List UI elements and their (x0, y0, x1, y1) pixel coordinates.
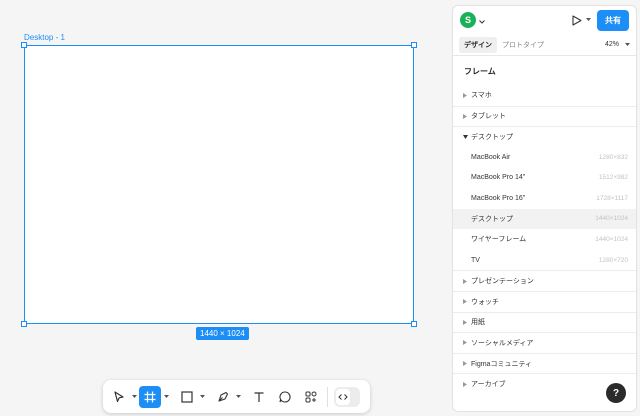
preset-wireframe[interactable]: ワイヤーフレーム 1440×1024 (453, 229, 636, 250)
category-label: ソーシャルメディア (471, 339, 534, 347)
preset-macbook-air[interactable]: MacBook Air 1280×832 (453, 147, 636, 168)
section-title-frame: フレーム (464, 67, 496, 76)
avatar-chevron-down-icon[interactable] (479, 11, 485, 29)
preset-label: MacBook Pro 16" (471, 194, 526, 202)
preset-macbook-pro-16[interactable]: MacBook Pro 16" 1728×1117 (453, 188, 636, 209)
chevron-right-icon (461, 361, 469, 367)
category-label: プレゼンテーション (471, 278, 534, 286)
category-label: スマホ (471, 92, 492, 100)
frame-size-badge: 1440 × 1024 (196, 327, 249, 340)
category-label: アーカイブ (471, 381, 506, 389)
dev-mode-toggle[interactable] (334, 386, 360, 407)
comment-icon (279, 390, 291, 402)
category-label: デスクトップ (471, 133, 513, 141)
preset-size: 1280×720 (598, 256, 628, 264)
zoom-dropdown[interactable]: 42% (605, 41, 630, 48)
preset-label: デスクトップ (471, 215, 513, 223)
bottom-toolbar (103, 380, 370, 413)
text-icon (254, 391, 264, 402)
share-button[interactable]: 共有 (597, 9, 629, 31)
chevron-right-icon (461, 278, 469, 284)
text-tool-button[interactable] (249, 386, 269, 408)
category-social-media[interactable]: ソーシャルメディア (453, 332, 636, 353)
comment-tool-button[interactable] (275, 386, 295, 408)
preset-tv[interactable]: TV 1280×720 (453, 250, 636, 271)
tab-prototype[interactable]: プロトタイプ (497, 37, 549, 53)
preset-size: 1280×832 (598, 153, 628, 161)
resize-handle-bottom-left[interactable] (21, 321, 27, 327)
frame-name-label[interactable]: Desktop - 1 (24, 33, 65, 42)
category-label: Figmaコミュニティ (471, 360, 533, 368)
rectangle-icon (181, 390, 193, 403)
category-presentation[interactable]: プレゼンテーション (453, 270, 636, 291)
panel-tabs: デザイン プロトタイプ 42% (453, 34, 636, 56)
frame-tool-button[interactable] (139, 385, 161, 408)
chevron-down-icon (461, 134, 469, 139)
toolbar-divider (327, 386, 328, 407)
chevron-right-icon (461, 113, 469, 119)
chevron-right-icon (461, 340, 469, 346)
resize-handle-bottom-right[interactable] (411, 321, 417, 327)
category-label: ウォッチ (471, 298, 499, 306)
play-icon (572, 14, 582, 26)
preset-label: TV (471, 256, 480, 264)
frame-tool-chevron-down-icon[interactable] (163, 386, 169, 408)
chevron-right-icon (461, 381, 469, 387)
pen-icon (218, 391, 229, 402)
pen-tool-button[interactable] (213, 386, 233, 408)
resize-handle-top-right[interactable] (411, 42, 417, 48)
frame-preset-list: スマホ タブレット デスクトップ MacBook Air 1280×832 Ma… (453, 85, 636, 394)
preset-size: 1728×1117 (596, 194, 628, 202)
chevron-right-icon (461, 319, 469, 325)
preset-label: MacBook Air (471, 153, 511, 161)
category-label: 用紙 (471, 319, 485, 327)
category-label: タブレット (471, 113, 506, 121)
category-phone[interactable]: スマホ (453, 85, 636, 106)
cursor-icon (114, 390, 124, 402)
move-tool-button[interactable] (109, 386, 129, 408)
properties-panel: S 共有 デザイン プロトタイプ 42% フレーム スマホ タブレット デスクト… (452, 5, 637, 412)
panel-header: S 共有 (453, 6, 636, 34)
zoom-level: 42% (604, 41, 619, 48)
category-figma-community[interactable]: Figmaコミュニティ (453, 352, 636, 374)
category-paper[interactable]: 用紙 (453, 311, 636, 333)
preset-size: 1512×982 (598, 174, 628, 182)
present-chevron-down-icon (586, 18, 591, 21)
resize-handle-top-left[interactable] (21, 42, 27, 48)
code-icon (338, 393, 348, 400)
help-button[interactable]: ? (606, 383, 626, 403)
desktop-frame[interactable] (21, 42, 417, 327)
preset-size: 1440×1024 (595, 235, 628, 243)
category-tablet[interactable]: タブレット (453, 105, 636, 127)
preset-macbook-pro-14[interactable]: MacBook Pro 14" 1512×982 (453, 167, 636, 188)
present-button[interactable] (572, 14, 591, 26)
move-tool-chevron-down-icon[interactable] (131, 386, 137, 408)
preset-label: ワイヤーフレーム (471, 236, 527, 244)
chevron-right-icon (461, 92, 469, 98)
preset-size: 1440×1024 (595, 215, 628, 223)
shape-tool-button[interactable] (177, 386, 197, 408)
category-watch[interactable]: ウォッチ (453, 290, 636, 312)
pen-tool-chevron-down-icon[interactable] (235, 386, 241, 408)
category-desktop[interactable]: デスクトップ (453, 126, 636, 147)
shape-tool-chevron-down-icon[interactable] (199, 386, 205, 408)
components-icon (305, 391, 317, 402)
avatar[interactable]: S (460, 12, 476, 28)
zoom-chevron-down-icon (625, 42, 630, 46)
preset-label: MacBook Pro 14" (471, 174, 526, 182)
preset-desktop[interactable]: デスクトップ 1440×1024 (453, 208, 636, 230)
chevron-right-icon (461, 299, 469, 305)
actions-tool-button[interactable] (301, 386, 321, 408)
frame-icon (144, 391, 156, 402)
tab-design[interactable]: デザイン (459, 36, 497, 53)
dev-mode-toggle-knob (336, 388, 350, 405)
